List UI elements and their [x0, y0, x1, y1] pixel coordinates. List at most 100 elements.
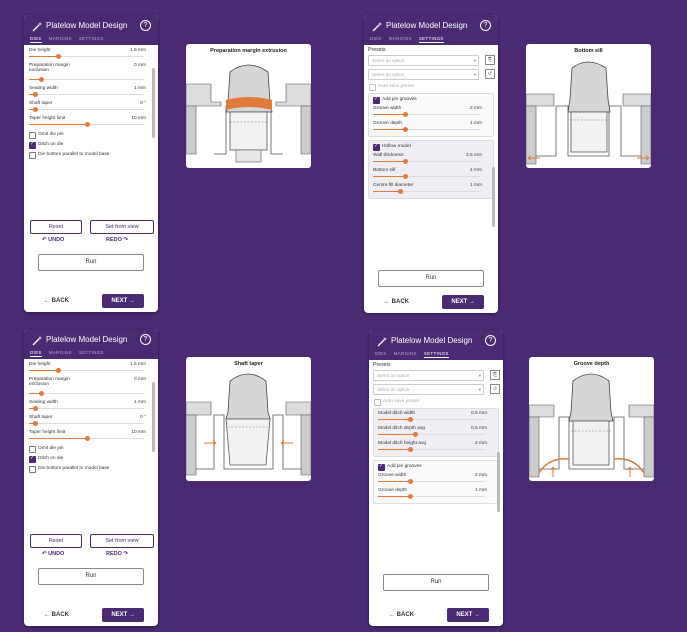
seating-width-slider[interactable]: Seating width 1 mm [28, 400, 154, 412]
presets-label: Presets [368, 47, 386, 53]
auto-save-checkbox[interactable]: Auto save preset [368, 83, 494, 92]
bottom-sill-slider[interactable]: Bottom sill 1 mm [372, 168, 490, 180]
ditch-height-slider[interactable]: Model ditch height avg 2 mm [377, 441, 495, 453]
help-icon[interactable]: ? [485, 335, 496, 346]
die-bottom-parallel-checkbox[interactable]: Die bottom parallel to model base [28, 465, 154, 474]
groove-depth-slider[interactable]: Groove depth 1 mm [377, 488, 495, 500]
die-bottom-parallel-checkbox[interactable]: Die bottom parallel to model base [28, 151, 154, 160]
scrollbar[interactable] [497, 452, 500, 512]
back-button[interactable]: ← BACK [44, 612, 69, 618]
wand-icon [32, 336, 42, 346]
prep-margin-slider[interactable]: Preparation margin exclusion 0 mm [28, 63, 154, 83]
hollow-group: Hollow model Wall thickness2.5 mm Bottom… [368, 140, 494, 199]
save-preset-icon[interactable]: ⎘ [485, 55, 495, 65]
omit-die-pin-checkbox[interactable]: Omit die pin [28, 131, 154, 140]
run-button[interactable]: Run [38, 254, 144, 271]
presets-label: Presets [373, 362, 391, 368]
back-button[interactable]: ← BACK [384, 299, 409, 305]
tab-margins[interactable]: MARGINS [389, 36, 412, 43]
back-button[interactable]: ← BACK [44, 298, 69, 304]
next-button[interactable]: NEXT → [102, 608, 144, 622]
next-button[interactable]: NEXT → [447, 608, 489, 622]
scrollbar[interactable] [492, 167, 495, 227]
shaft-taper-slider[interactable]: Shaft taper 0 ° [28, 415, 154, 427]
die-height-slider[interactable]: Die height 1.5 mm [28, 362, 154, 374]
next-button[interactable]: NEXT → [442, 295, 484, 309]
undo-button[interactable]: ↶ UNDO [42, 551, 64, 557]
seating-width-slider[interactable]: Seating width 1 mm [28, 86, 154, 98]
pin-grooves-checkbox[interactable]: Add pin grooves [377, 463, 495, 472]
omit-die-pin-checkbox[interactable]: Omit die pin [28, 445, 154, 454]
wand-icon [377, 337, 387, 347]
die-cross-section [186, 64, 311, 163]
back-button[interactable]: ← BACK [389, 612, 414, 618]
settings-form: Presets Select an option ▾ ⎘ Select an op… [373, 362, 500, 626]
app-title: Platelow Model Design [46, 21, 128, 30]
preset-select-secondary[interactable]: Select an option ▾ [373, 384, 484, 395]
tab-settings[interactable]: SETTINGS [423, 351, 449, 358]
die-cross-section [529, 373, 654, 478]
ditch-width-slider[interactable]: Model ditch width 0.5 mm [377, 411, 495, 423]
help-icon[interactable]: ? [140, 20, 151, 31]
groove-width-slider[interactable]: Groove width 2 mm [372, 106, 490, 118]
save-preset-icon[interactable]: ⎘ [490, 370, 500, 380]
app-title: Platelow Model Design [386, 21, 468, 30]
run-button[interactable]: Run [38, 568, 144, 585]
panel-header: Platelow Model Design ? DIES MARGINS SET… [24, 329, 158, 359]
tab-dies[interactable]: DIES [30, 36, 42, 43]
hollow-model-checkbox[interactable]: Hollow model [372, 143, 490, 152]
set-from-view-button[interactable]: Set from view [90, 220, 154, 234]
panel-header: Platelow Model Design ? DIES MARGINS SET… [369, 330, 503, 360]
tab-margins[interactable]: MARGINS [49, 36, 72, 43]
centre-fill-slider[interactable]: Centre fill diameter 1 mm [372, 183, 490, 195]
reset-preset-icon[interactable]: ↺ [490, 384, 500, 394]
groove-width-slider[interactable]: Groove width 2 mm [377, 473, 495, 485]
tab-margins[interactable]: MARGINS [49, 350, 72, 357]
help-icon[interactable]: ? [140, 334, 151, 345]
taper-height-slider[interactable]: Taper height limit 10 mm [28, 430, 154, 442]
prep-margin-slider[interactable]: Preparation margin exclusion 0 mm [28, 377, 154, 397]
preset-select[interactable]: Select an option ▾ [373, 370, 484, 381]
tab-dies[interactable]: DIES [370, 36, 382, 43]
tab-settings[interactable]: SETTINGS [79, 36, 104, 43]
redo-button[interactable]: REDO ↷ [106, 551, 128, 557]
redo-button[interactable]: REDO ↷ [106, 237, 128, 243]
die-cross-section [526, 61, 651, 165]
undo-button[interactable]: ↶ UNDO [42, 237, 64, 243]
next-button[interactable]: NEXT → [102, 294, 144, 308]
set-from-view-button[interactable]: Set from view [90, 534, 154, 548]
ditch-group: Model ditch width 0.5 mm Model ditch dept… [373, 408, 499, 457]
app-title: Platelow Model Design [46, 335, 128, 344]
die-form: Die height 1.5 mm Preparation margin excl… [28, 48, 155, 312]
ditch-on-die-checkbox[interactable]: Ditch on die [28, 141, 154, 150]
die-panel-top: Platelow Model Design ? DIES MARGINS SET… [24, 15, 158, 312]
ditch-depth-slider[interactable]: Model ditch depth avg 0.5 mm [377, 426, 495, 438]
help-icon[interactable]: ? [480, 20, 491, 31]
panel-header: Platelow Model Design ? DIES MARGINS SET… [24, 15, 158, 45]
run-button[interactable]: Run [383, 574, 489, 591]
tab-settings[interactable]: SETTINGS [79, 350, 104, 357]
tab-dies[interactable]: DIES [375, 351, 387, 358]
taper-height-slider[interactable]: Taper height limit 10 mm [28, 116, 154, 128]
preset-select-secondary[interactable]: Select an option ▾ [368, 69, 479, 80]
auto-save-checkbox[interactable]: Auto save preset [373, 398, 499, 407]
reset-button[interactable]: Reset [30, 220, 82, 234]
reset-button[interactable]: Reset [30, 534, 82, 548]
reset-preset-icon[interactable]: ↺ [485, 69, 495, 79]
tab-settings[interactable]: SETTINGS [418, 36, 444, 43]
die-height-slider[interactable]: Die height 1.5 mm [28, 48, 154, 60]
wall-thickness-slider[interactable]: Wall thickness 2.5 mm [372, 153, 490, 165]
shaft-taper-slider[interactable]: Shaft taper 0 ° [28, 101, 154, 113]
die-panel-bottom: Platelow Model Design ? DIES MARGINS SET… [24, 329, 158, 626]
preset-select[interactable]: Select an option ▾ [368, 55, 479, 66]
diagram-prep-margin: Preparation margin extrusion [186, 44, 311, 168]
groove-depth-slider[interactable]: Groove depth 1 mm [372, 121, 490, 133]
wand-icon [32, 22, 42, 32]
tab-margins[interactable]: MARGINS [394, 351, 417, 358]
tab-dies[interactable]: DIES [30, 350, 42, 357]
run-button[interactable]: Run [378, 270, 484, 287]
die-form: Die height 1.5 mm Preparation margin excl… [28, 362, 155, 626]
settings-panel-top: Platelow Model Design ? DIES MARGINS SET… [364, 15, 498, 313]
pin-grooves-checkbox[interactable]: Add pin grooves [372, 96, 490, 105]
ditch-on-die-checkbox[interactable]: Ditch on die [28, 455, 154, 464]
